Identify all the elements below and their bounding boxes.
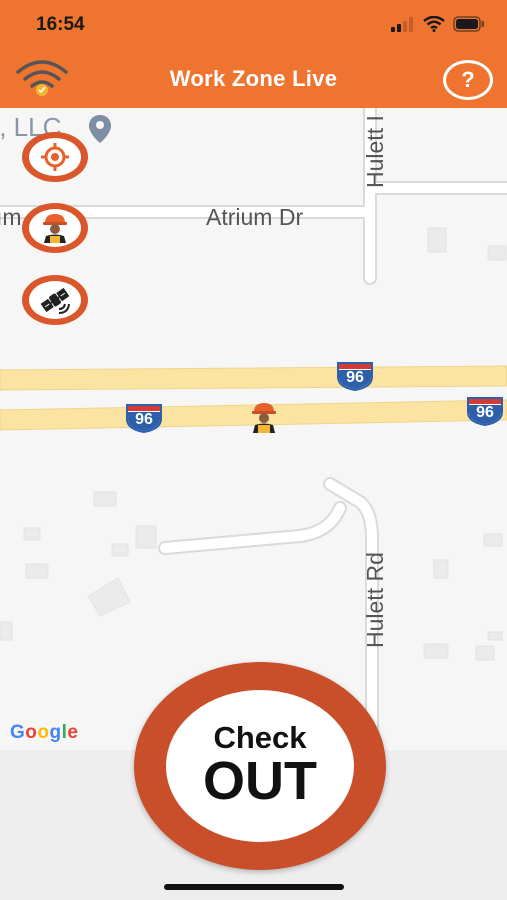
street-label-fragment: ım [0, 204, 22, 230]
status-icons [391, 16, 485, 32]
satellite-button[interactable] [22, 275, 88, 325]
street-label-atrium: Atrium Dr [206, 204, 304, 230]
app-header: 16:54 Work Zone Live ? [0, 0, 507, 108]
street-label-hulett-rd: Hulett Rd [362, 552, 388, 648]
help-button[interactable]: ? [443, 60, 493, 100]
cellular-signal-icon [391, 17, 413, 32]
worker-button-face [29, 209, 81, 247]
check-out-line1: Check [213, 720, 307, 756]
help-icon: ? [461, 67, 475, 92]
interstate-shield: 96 [336, 361, 374, 391]
app-title: Work Zone Live [169, 66, 338, 91]
satellite-button-face [29, 281, 81, 319]
locate-button[interactable] [22, 132, 88, 182]
interstate-shield: 96 [125, 403, 163, 433]
shield-number: 96 [346, 369, 364, 386]
wifi-status-icon [423, 16, 445, 32]
google-letter: o [25, 722, 38, 743]
check-out-line2: OUT [203, 751, 317, 812]
status-time: 16:54 [36, 14, 85, 35]
battery-icon [453, 16, 484, 32]
home-indicator[interactable] [164, 884, 344, 890]
satellite-icon [40, 287, 70, 314]
shield-number: 96 [135, 411, 153, 428]
google-letter: g [49, 722, 62, 743]
map-view[interactable]: 96 96 96 Atrium Dr ım Hulett I Hulett Rd… [0, 108, 507, 750]
locate-button-face [29, 138, 81, 176]
app-screen: 96 96 96 Atrium Dr ım Hulett I Hulett Rd… [0, 0, 507, 900]
worker-location-marker[interactable] [247, 400, 281, 434]
check-out-button-face: Check OUT [166, 690, 354, 842]
google-letter: e [67, 722, 79, 743]
shield-number: 96 [476, 404, 494, 421]
interstate-shield: 96 [466, 396, 504, 426]
worker-button[interactable] [22, 203, 88, 253]
google-logo: Google [10, 722, 78, 744]
locate-icon [41, 143, 69, 171]
google-letter: G [10, 722, 26, 743]
google-letter: o [37, 722, 50, 743]
worker-icon [43, 214, 67, 243]
street-label-hulett-top: Hulett I [362, 115, 388, 188]
check-out-button[interactable]: Check OUT [134, 662, 386, 870]
